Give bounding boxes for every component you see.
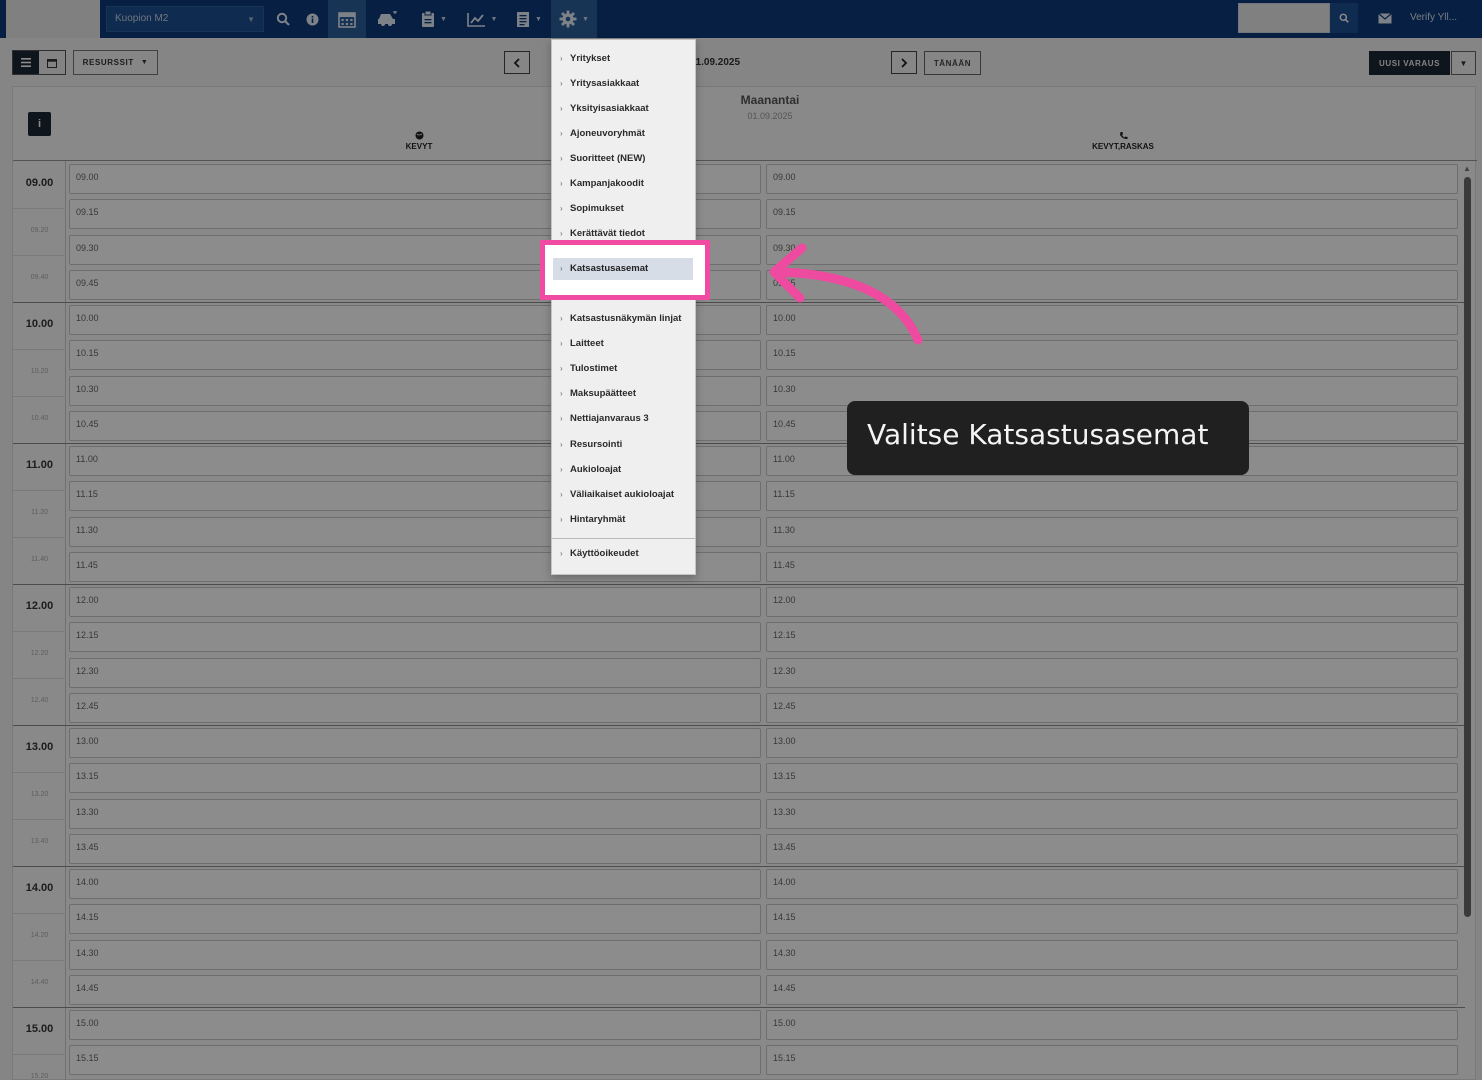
menu-item-label: Kerättävät tiedot <box>570 228 645 239</box>
chevron-right-icon: › <box>560 204 563 213</box>
menu-item-sopimukset[interactable]: › Sopimukset <box>552 198 695 220</box>
menu-item-kampanjakoodit[interactable]: › Kampanjakoodit <box>552 173 695 195</box>
chevron-right-icon: › <box>560 264 563 273</box>
menu-item-yritykset[interactable]: › Yritykset <box>552 48 695 70</box>
pointer-arrow-icon <box>769 243 923 345</box>
menu-item-label: Aukioloajat <box>570 463 622 475</box>
menu-item-label: Nettiajanvaraus 3 <box>570 413 649 425</box>
menu-item-laitteet[interactable]: › Laitteet <box>552 333 695 355</box>
menu-item-katsastusasemat[interactable]: › Katsastusasemat <box>553 258 693 280</box>
chevron-right-icon: › <box>560 54 563 63</box>
menu-item-aukioloajat[interactable]: › Aukioloajat <box>552 459 695 481</box>
menu-item-label: Väliaikaiset aukioloajat <box>570 488 675 500</box>
menu-item-yksityisasiakkaat[interactable]: › Yksityisasiakkaat <box>552 98 695 120</box>
menu-item-tulostimet[interactable]: › Tulostimet <box>552 358 695 380</box>
menu-item-hintaryhmät[interactable]: › Hintaryhmät <box>552 509 695 531</box>
menu-item-label: Käyttöoikeudet <box>570 548 639 559</box>
chevron-right-icon: › <box>560 104 563 113</box>
menu-item-katsastusnäkymän-linjat[interactable]: › Katsastusnäkymän linjat <box>552 308 695 330</box>
chevron-right-icon: › <box>560 314 563 323</box>
chevron-right-icon: › <box>560 79 563 88</box>
menu-item-label: Maksupäätteet <box>570 388 636 400</box>
menu-item-label: Suoritteet (NEW) <box>570 153 646 164</box>
chevron-right-icon: › <box>560 364 563 374</box>
menu-item-label: Yksityisasiakkaat <box>570 103 649 114</box>
menu-item-label: Ajoneuvoryhmät <box>570 128 645 139</box>
chevron-right-icon: › <box>560 489 563 499</box>
chevron-right-icon: › <box>560 129 563 138</box>
chevron-right-icon: › <box>560 179 563 188</box>
chevron-right-icon: › <box>560 154 563 163</box>
instruction-callout: Valitse Katsastusasemat <box>847 401 1249 475</box>
chevron-right-icon: › <box>560 514 563 524</box>
chevron-right-icon: › <box>560 439 563 449</box>
chevron-right-icon: › <box>560 464 563 474</box>
menu-item-label: Katsastusasemat <box>570 263 649 274</box>
menu-item-label: Sopimukset <box>570 203 624 214</box>
chevron-right-icon: › <box>560 549 563 558</box>
chevron-right-icon: › <box>560 339 563 349</box>
menu-item-käyttöoikeudet[interactable]: › Käyttöoikeudet <box>552 543 695 565</box>
menu-item-label: Katsastusnäkymän linjat <box>570 313 682 324</box>
menu-item-resursointi[interactable]: › Resursointi <box>552 434 695 456</box>
menu-item-label: Yritysasiakkaat <box>570 78 640 89</box>
menu-divider <box>552 538 695 539</box>
menu-item-label: Laitteet <box>570 338 604 350</box>
menu-item-suoritteet-new[interactable]: › Suoritteet (NEW) <box>552 148 695 170</box>
chevron-right-icon: › <box>560 389 563 399</box>
chevron-right-icon: › <box>560 414 563 424</box>
menu-item-maksupäätteet[interactable]: › Maksupäätteet <box>552 383 695 405</box>
menu-item-label: Kampanjakoodit <box>570 178 644 189</box>
menu-item-väliaikaiset-aukioloajat[interactable]: › Väliaikaiset aukioloajat <box>552 484 695 506</box>
menu-item-label: Tulostimet <box>570 363 618 375</box>
menu-item-label: Hintaryhmät <box>570 513 626 525</box>
menu-item-label: Resursointi <box>570 438 623 450</box>
tutorial-overlay <box>0 0 1482 1080</box>
settings-dropdown-menu: › Yritykset › Yritysasiakkaat › Yksityisasiak… <box>551 39 696 575</box>
menu-item-ajoneuvoryhmät[interactable]: › Ajoneuvoryhmät <box>552 123 695 145</box>
menu-item-yritysasiakkaat[interactable]: › Yritysasiakkaat <box>552 73 695 95</box>
menu-item-nettiajanvaraus-3[interactable]: › Nettiajanvaraus 3 <box>552 408 695 430</box>
menu-item-label: Yritykset <box>570 53 611 64</box>
